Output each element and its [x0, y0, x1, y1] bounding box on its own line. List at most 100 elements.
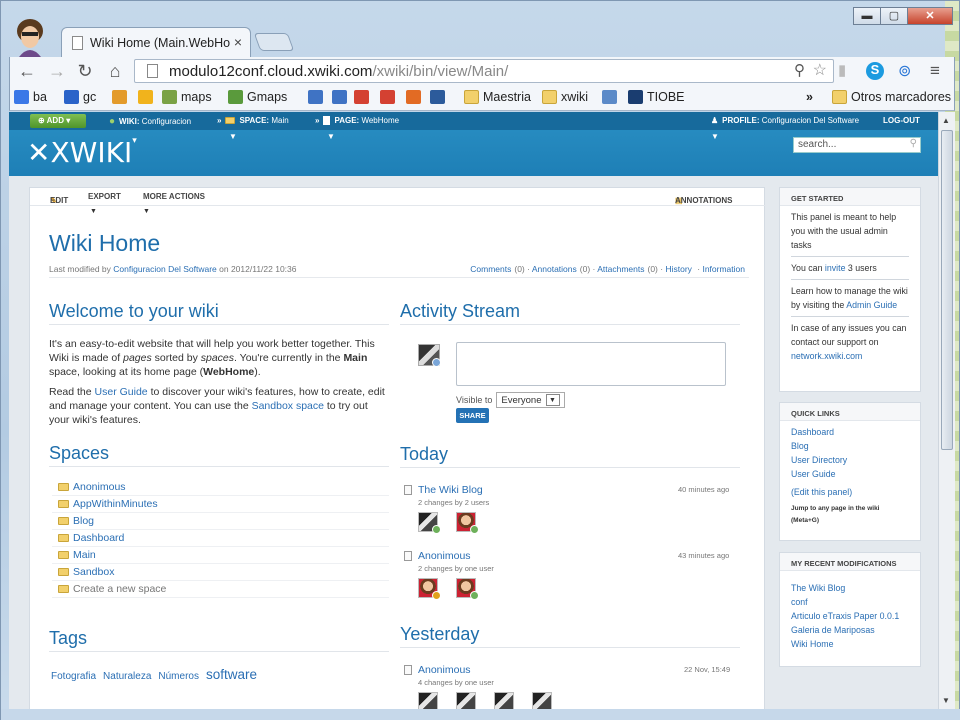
extension-icon[interactable]: ⊚: [898, 61, 911, 81]
zoom-icon[interactable]: ⚲: [794, 61, 805, 79]
export-dropdown-icon[interactable]: ▼: [143, 208, 150, 215]
sandbox-link[interactable]: Sandbox space: [252, 400, 324, 412]
share-button[interactable]: SHARE: [456, 408, 489, 423]
space-menu[interactable]: » SPACE: Main: [217, 116, 289, 125]
admin-guide-link[interactable]: Admin Guide: [846, 300, 897, 310]
bookmark-item[interactable]: [112, 90, 131, 104]
activity-entry-title[interactable]: Anonimous: [418, 550, 471, 562]
support-link[interactable]: network.xwiki.com: [791, 351, 862, 361]
activity-message-input[interactable]: [456, 342, 726, 386]
quick-link[interactable]: Blog: [791, 439, 909, 453]
page-scrollbar[interactable]: ▲ ▼: [938, 112, 955, 709]
address-bar[interactable]: modulo12conf.cloud.xwiki.com/xwiki/bin/v…: [134, 59, 834, 83]
space-link[interactable]: Main: [73, 549, 96, 561]
bookmark-item[interactable]: Maestria: [464, 90, 531, 104]
space-item[interactable]: Blog: [52, 513, 389, 530]
recent-modification-link[interactable]: Wiki Home: [791, 637, 909, 651]
profile-dropdown-icon[interactable]: ▼: [711, 132, 719, 141]
forward-arrow-icon[interactable]: →: [46, 61, 68, 82]
bookmark-item[interactable]: [602, 90, 621, 104]
bookmark-item[interactable]: maps: [162, 90, 212, 104]
scroll-down-icon[interactable]: ▼: [942, 696, 950, 705]
space-link[interactable]: AppWithinMinutes: [73, 498, 158, 510]
back-arrow-icon[interactable]: ←: [16, 61, 38, 82]
user-avatar-icon[interactable]: [13, 17, 47, 57]
quick-link[interactable]: User Directory: [791, 453, 909, 467]
space-link[interactable]: Blog: [73, 515, 94, 527]
browser-tab[interactable]: Wiki Home (Main.WebHo ×: [61, 27, 251, 57]
add-button[interactable]: ⊕ ADD ▾: [30, 114, 86, 128]
tab-close-icon[interactable]: ×: [234, 34, 242, 50]
space-dropdown-icon[interactable]: ▼: [229, 132, 237, 141]
bookmark-item[interactable]: [332, 90, 351, 104]
meta-link[interactable]: History: [665, 264, 691, 274]
visibility-select[interactable]: Everyone ▼: [496, 392, 565, 408]
space-link[interactable]: Anonimous: [73, 481, 126, 493]
signal-icon[interactable]: ▮: [838, 61, 846, 79]
search-input[interactable]: search... ⚲: [793, 137, 921, 153]
space-item[interactable]: AppWithinMinutes: [52, 496, 389, 513]
edit-panel-link[interactable]: (Edit this panel): [791, 485, 909, 499]
quick-link[interactable]: User Guide: [791, 467, 909, 481]
create-space-item[interactable]: Create a new space: [52, 581, 389, 598]
meta-link[interactable]: Attachments: [597, 264, 644, 274]
space-item[interactable]: Anonimous: [52, 479, 389, 496]
space-link[interactable]: Sandbox: [73, 566, 114, 578]
xwiki-logo[interactable]: ✕XWIKI▾: [27, 136, 137, 169]
reload-icon[interactable]: ↻: [74, 61, 96, 82]
export-menu[interactable]: EXPORT: [88, 192, 121, 201]
tag-link[interactable]: Naturaleza: [103, 671, 151, 682]
bookmark-item[interactable]: [380, 90, 399, 104]
home-icon[interactable]: ⌂: [104, 61, 126, 82]
new-tab-button[interactable]: [253, 33, 295, 51]
space-item[interactable]: Dashboard: [52, 530, 389, 547]
user-avatar[interactable]: [418, 692, 438, 709]
star-icon[interactable]: ☆: [813, 60, 827, 80]
page-menu[interactable]: » PAGE: WebHome: [315, 116, 399, 125]
tag-link[interactable]: software: [206, 667, 257, 682]
user-avatar[interactable]: [494, 692, 514, 709]
space-item[interactable]: Main: [52, 547, 389, 564]
quick-link[interactable]: Dashboard: [791, 425, 909, 439]
scrollbar-thumb[interactable]: [941, 130, 953, 450]
user-avatar[interactable]: [456, 692, 476, 709]
bookmark-item[interactable]: TIOBE: [628, 90, 685, 104]
bookmarks-overflow-button[interactable]: »: [806, 90, 813, 104]
bookmark-item[interactable]: [308, 90, 327, 104]
bookmark-item[interactable]: [138, 90, 157, 104]
activity-entry-title[interactable]: The Wiki Blog: [418, 484, 483, 496]
space-item[interactable]: Sandbox: [52, 564, 389, 581]
bookmark-item[interactable]: [406, 90, 425, 104]
bookmark-item[interactable]: [354, 90, 373, 104]
menu-icon[interactable]: ≡: [930, 61, 940, 81]
meta-link[interactable]: Comments: [470, 264, 511, 274]
minimize-button[interactable]: ▬: [853, 7, 881, 25]
more-actions-menu[interactable]: MORE ACTIONS: [143, 192, 205, 201]
tag-link[interactable]: Fotografia: [51, 671, 96, 682]
skype-icon[interactable]: S: [866, 62, 884, 80]
invite-link[interactable]: invite: [825, 263, 846, 273]
tag-link[interactable]: Números: [158, 671, 199, 682]
scroll-up-icon[interactable]: ▲: [942, 116, 950, 125]
bookmark-item[interactable]: ba: [14, 90, 47, 104]
activity-entry-title[interactable]: Anonimous: [418, 664, 471, 676]
recent-modification-link[interactable]: Galeria de Mariposas: [791, 623, 909, 637]
recent-modification-link[interactable]: The Wiki Blog: [791, 581, 909, 595]
edit-dropdown-icon[interactable]: ▼: [90, 208, 97, 215]
create-space-link[interactable]: Create a new space: [73, 583, 166, 595]
page-dropdown-icon[interactable]: ▼: [327, 132, 335, 141]
bookmark-item[interactable]: xwiki: [542, 90, 588, 104]
profile-menu[interactable]: ♟ PROFILE: Configuracion Del Software: [711, 116, 859, 125]
meta-link[interactable]: Annotations: [532, 264, 577, 274]
wiki-menu[interactable]: ● WIKI: Configuracion: [109, 116, 191, 127]
bookmark-item[interactable]: Gmaps: [228, 90, 287, 104]
meta-link[interactable]: Information: [702, 264, 745, 274]
logout-link[interactable]: LOG-OUT: [883, 116, 920, 125]
recent-modification-link[interactable]: conf: [791, 595, 909, 609]
bookmark-item[interactable]: gc: [64, 90, 96, 104]
bookmark-item[interactable]: [430, 90, 449, 104]
user-avatar[interactable]: [532, 692, 552, 709]
user-guide-link[interactable]: User Guide: [95, 386, 148, 398]
maximize-button[interactable]: ▢: [880, 7, 908, 25]
close-button[interactable]: ✕: [907, 7, 953, 25]
